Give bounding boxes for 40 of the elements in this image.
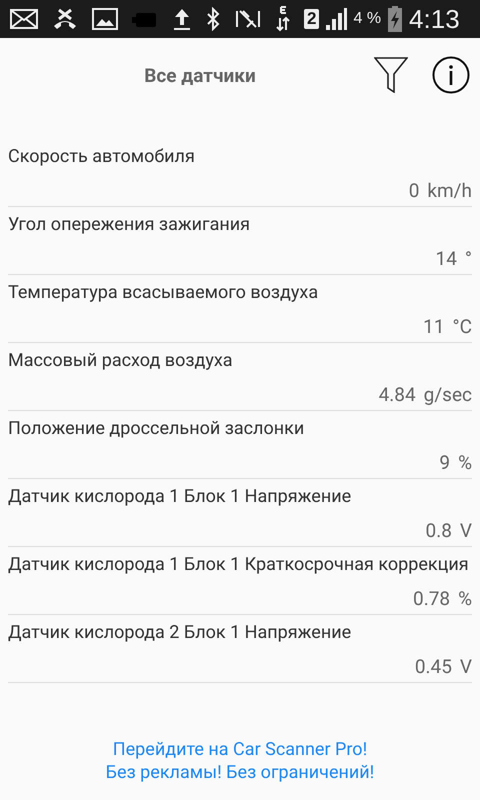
bluetooth-icon bbox=[206, 7, 220, 31]
sensor-name: Массовый расход воздуха bbox=[8, 349, 234, 373]
sensor-unit: ° bbox=[464, 247, 472, 271]
sensor-unit: °C bbox=[452, 315, 472, 339]
sensor-value: 0.45 bbox=[414, 655, 452, 679]
battery-charging-icon bbox=[387, 6, 404, 32]
sensor-value: 14 bbox=[436, 247, 457, 271]
sensor-unit: % bbox=[458, 587, 472, 611]
sensor-unit: V bbox=[460, 655, 472, 679]
upload-icon bbox=[172, 7, 192, 31]
data-arrows-icon bbox=[276, 6, 290, 32]
sensor-value: 9 bbox=[439, 451, 450, 475]
sensor-name: Датчик кислорода 1 Блок 1 Краткосрочная коррекция bbox=[8, 553, 470, 577]
sensor-value: 0.8 bbox=[426, 519, 452, 543]
sensor-unit: km/h bbox=[427, 179, 472, 203]
sensor-value: 4.84 bbox=[378, 383, 416, 407]
battery-percent: 4 % bbox=[353, 10, 382, 28]
sensor-unit: V bbox=[460, 519, 472, 543]
sensor-value: 0.78 bbox=[413, 587, 450, 611]
sensor-unit: % bbox=[458, 451, 472, 475]
screen-title: Все датчики bbox=[143, 64, 257, 86]
sensor-name: Датчик кислорода 1 Блок 1 Напряжение bbox=[8, 485, 352, 509]
clock-time: 4:13 bbox=[409, 4, 460, 34]
sim-slot-badge: 2 bbox=[304, 9, 320, 29]
phone-icon bbox=[52, 8, 78, 30]
promo-link[interactable]: Перейдите на Car Scanner Pro! bbox=[112, 738, 368, 761]
mail-icon bbox=[10, 9, 38, 29]
sensor-name: Положение дроссельной заслонки bbox=[8, 417, 306, 441]
signal-icon bbox=[325, 7, 348, 31]
sensor-name: Угол опережения зажигания bbox=[8, 213, 252, 237]
sensor-value: 11 bbox=[423, 315, 445, 339]
promo-link[interactable]: Без рекламы! Без ограничений! bbox=[106, 761, 374, 784]
filter-button[interactable] bbox=[374, 57, 408, 93]
sensor-unit: g/sec bbox=[424, 383, 472, 407]
sensor-value: 0 bbox=[408, 179, 420, 203]
sensor-name: Температура всасываемого воздуха bbox=[8, 281, 320, 305]
image-icon bbox=[92, 8, 118, 30]
sensor-name: Скорость автомобиля bbox=[8, 145, 196, 169]
info-button[interactable] bbox=[432, 56, 470, 94]
sensor-name: Датчик кислорода 2 Блок 1 Напряжение bbox=[8, 621, 352, 645]
